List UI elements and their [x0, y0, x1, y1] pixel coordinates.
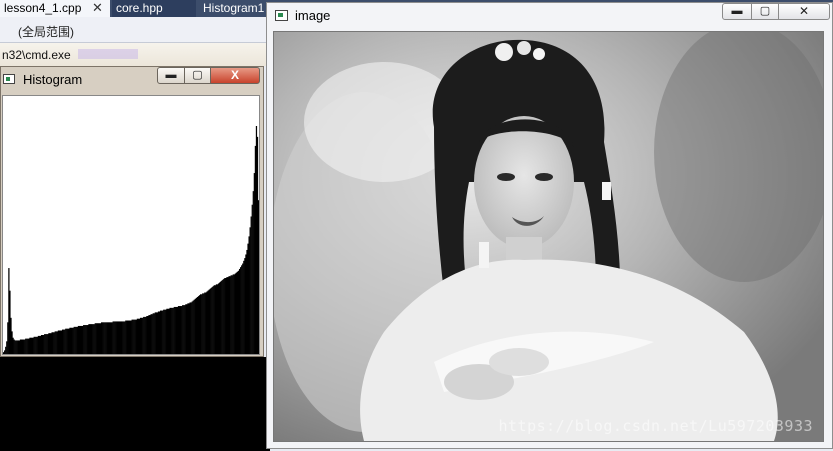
- decorative-blur: [78, 49, 138, 59]
- minimize-button[interactable]: ▬: [722, 3, 752, 20]
- histogram-window: Histogram ▬ ▢ X: [0, 66, 264, 357]
- histogram-chart: [2, 95, 260, 355]
- scope-value: (全局范围): [18, 25, 74, 39]
- cmd-title: n32\cmd.exe: [2, 48, 71, 62]
- tab-core-hpp[interactable]: core.hpp: [112, 0, 196, 17]
- histogram-titlebar[interactable]: Histogram ▬ ▢ X: [1, 67, 263, 93]
- watermark-text: https://blog.csdn.net/Lu597203933: [498, 417, 813, 435]
- console-area: [0, 357, 270, 451]
- window-icon: [275, 10, 288, 21]
- window-controls: ▬ ▢ ✕: [722, 3, 830, 21]
- maximize-button[interactable]: ▢: [184, 67, 211, 84]
- cmd-titlebar[interactable]: n32\cmd.exe: [0, 43, 270, 66]
- grayscale-photo: https://blog.csdn.net/Lu597203933: [273, 31, 824, 442]
- tab-label: lesson4_1.cpp: [4, 1, 82, 15]
- window-icon: [3, 74, 15, 84]
- minimize-button[interactable]: ▬: [157, 67, 185, 84]
- window-controls: ▬ ▢ X: [157, 67, 261, 85]
- close-button[interactable]: X: [210, 67, 260, 84]
- tab-label: Histogram1: [203, 1, 265, 15]
- histogram-bin-242: [257, 200, 259, 354]
- close-button[interactable]: ✕: [778, 3, 830, 20]
- image-window: image ▬ ▢ ✕ https://blog.csdn.net/Lu5972…: [266, 2, 833, 449]
- image-titlebar[interactable]: image ▬ ▢ ✕: [267, 3, 832, 29]
- tab-lesson4-cpp[interactable]: lesson4_1.cpp ✕: [0, 0, 110, 17]
- maximize-button[interactable]: ▢: [751, 3, 779, 20]
- window-title: image: [295, 8, 331, 23]
- tab-label: core.hpp: [116, 1, 163, 15]
- tab-histogram[interactable]: Histogram1: [199, 0, 269, 17]
- photo-illustration: [274, 32, 823, 441]
- close-icon[interactable]: ✕: [92, 0, 103, 16]
- window-title: Histogram: [23, 72, 83, 87]
